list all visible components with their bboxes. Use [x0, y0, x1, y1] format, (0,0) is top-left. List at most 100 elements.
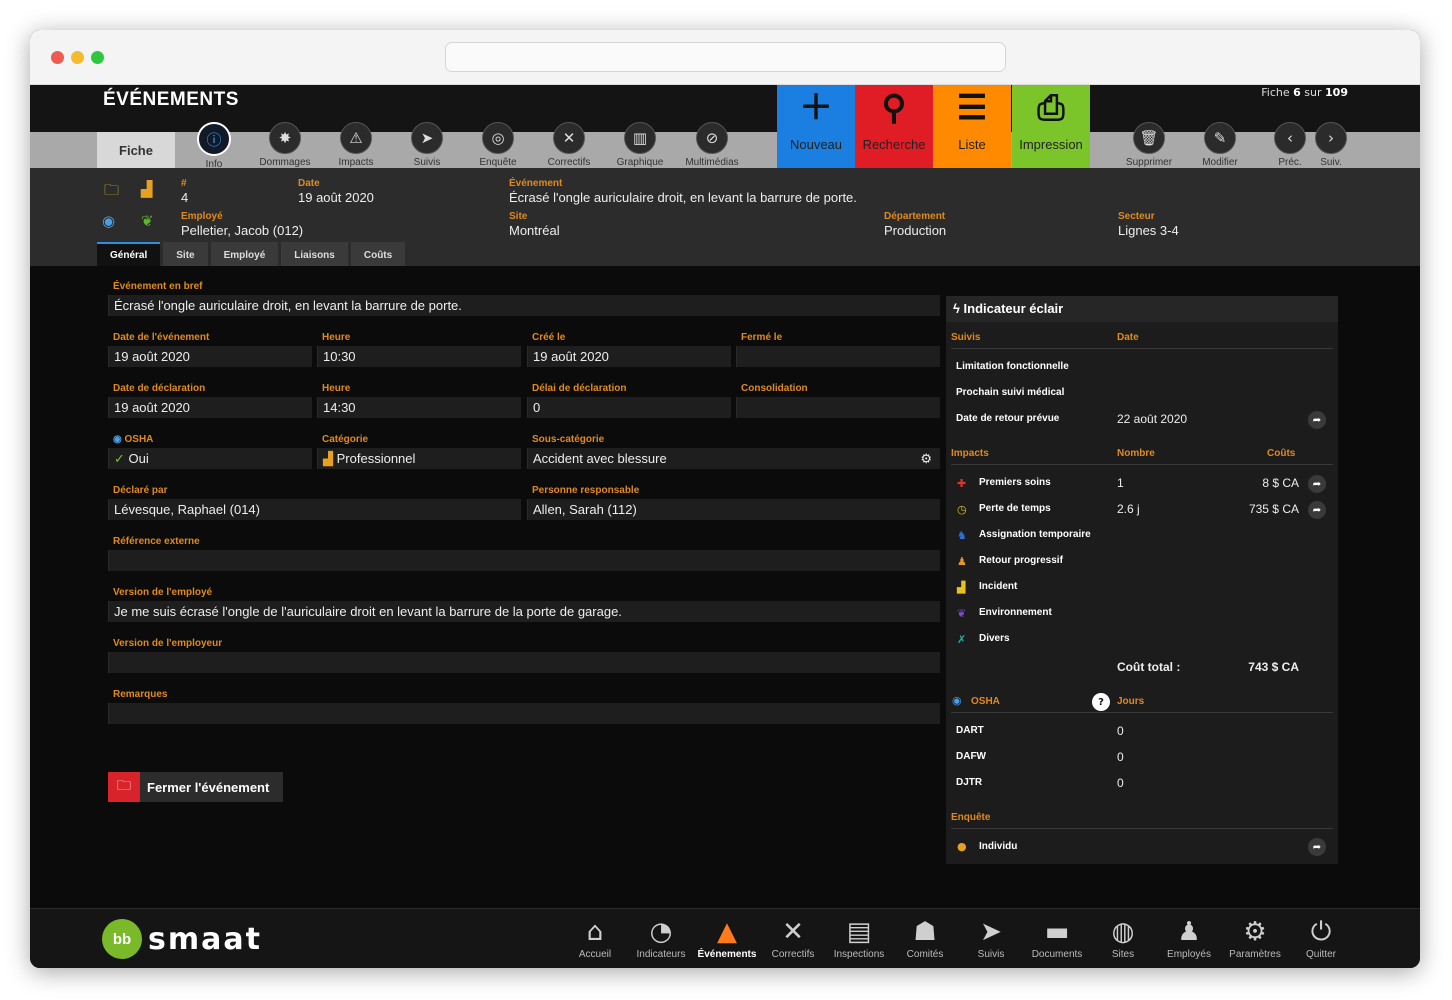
folder-icon[interactable]: 🗀 [104, 180, 119, 205]
address-bar[interactable] [445, 42, 1006, 72]
suivi-row: Date de retour prévue [956, 413, 1060, 424]
close-event-button[interactable]: 🗀 Fermer l'événement [108, 772, 283, 802]
nav-suivis[interactable]: ➤ Suivis [958, 915, 1024, 960]
tool-correctifs[interactable]: ✕ Correctifs [533, 122, 605, 168]
impact-cost: 735 $ CA [1248, 502, 1299, 516]
tool-suivis[interactable]: ➤ Suivis [391, 122, 463, 168]
nav-accueil[interactable]: ⌂ Accueil [562, 915, 628, 960]
osha-row: DJTR [956, 777, 983, 788]
nav-quitter[interactable]: ⏻ Quitter [1288, 915, 1354, 960]
folder-icon: ▬ [1044, 917, 1070, 947]
tool-graphique[interactable]: ▥ Graphique [604, 122, 676, 168]
impression-button[interactable]: ⎙ Impression [1012, 85, 1090, 168]
tab-general[interactable]: Général [97, 242, 161, 266]
impact-row: Premiers soins [979, 477, 1051, 488]
impact-cost: 8 $ CA [1262, 476, 1299, 490]
chevron-right-icon: › [1315, 122, 1347, 154]
declared-by-field[interactable]: Déclaré par Lévesque, Raphael (014) [108, 485, 521, 520]
impacts-header: Impacts [951, 448, 989, 459]
employer-version-field[interactable]: Version de l'employeur [108, 638, 940, 673]
category-field[interactable]: Catégorie ▟ Professionnel [317, 434, 521, 469]
responsible-field[interactable]: Personne responsable Allen, Sarah (112) [527, 485, 940, 520]
remarks-field[interactable]: Remarques [108, 689, 940, 724]
nav-evenements[interactable]: ▲ Événements [694, 915, 760, 960]
tab-site[interactable]: Site [163, 242, 208, 266]
consolidation-field[interactable]: Consolidation [736, 383, 940, 418]
declaration-date-field[interactable]: Date de déclaration 19 août 2020 [108, 383, 312, 418]
detail-tabs: Général Site Employé Liaisons Coûts [97, 242, 406, 266]
page-title: ÉVÉNEMENTS [103, 89, 239, 110]
paper-plane-icon: ➤ [980, 917, 1002, 947]
nav-comites[interactable]: ☗ Comités [892, 915, 958, 960]
osha-icon: ◉ [952, 694, 962, 707]
help-icon[interactable]: ? [1092, 693, 1110, 711]
nav-parametres[interactable]: ⚙ Paramètres [1222, 915, 1288, 960]
group-icon: ☗ [913, 917, 937, 947]
nav-employes[interactable]: ♟ Employés [1156, 915, 1222, 960]
bottom-nav: bb smaat ⌂ Accueil ◔ Indicateurs ▲ Événemen… [30, 908, 1420, 968]
employee-version-field[interactable]: Version de l'employé Je me suis écrasé l… [108, 587, 940, 622]
declaration-delay-field[interactable]: Délai de déclaration 0 [527, 383, 731, 418]
osha-value: 0 [1117, 776, 1124, 790]
created-field[interactable]: Créé le 19 août 2020 [527, 332, 731, 367]
share-arrow-icon[interactable]: ➦ [1308, 838, 1326, 856]
event-date-field[interactable]: Date de l'événement 19 août 2020 [108, 332, 312, 367]
nav-inspections[interactable]: ▤ Inspections [826, 915, 892, 960]
nouveau-button[interactable]: ＋ Nouveau [777, 85, 855, 168]
chart-icon: ▥ [624, 122, 656, 154]
declaration-hour-field[interactable]: Heure 14:30 [317, 383, 521, 418]
clipboard-icon: ▤ [846, 917, 872, 947]
close-window-button[interactable] [51, 51, 64, 64]
nav-sites[interactable]: ◍ Sites [1090, 915, 1156, 960]
maximize-window-button[interactable] [91, 51, 104, 64]
record-counter: Fiche 6 sur 109 [1261, 86, 1348, 99]
tool-enquete[interactable]: ◎ Enquête [462, 122, 534, 168]
tool-multimedias[interactable]: ⊘ Multimédias [676, 122, 748, 168]
nav-correctifs[interactable]: ✕ Correctifs [760, 915, 826, 960]
info-icon: ⓘ [197, 122, 231, 156]
osha-field[interactable]: ◉ OSHA ✓ Oui [108, 434, 312, 469]
osha-header: OSHA [971, 696, 1000, 707]
fiche-tab[interactable]: Fiche [97, 132, 175, 168]
employee-value: Pelletier, Jacob (012) [181, 223, 304, 238]
person-return-icon: ♟ [957, 555, 967, 568]
closed-field[interactable]: Fermé le [736, 332, 940, 367]
nav-documents[interactable]: ▬ Documents [1024, 915, 1090, 960]
supprimer-button[interactable]: 🗑 Supprimer [1113, 122, 1185, 168]
date-value: 19 août 2020 [298, 190, 374, 205]
paperclip-icon: ⊘ [696, 122, 728, 154]
tool-dommages[interactable]: ✸ Dommages [249, 122, 321, 168]
share-arrow-icon[interactable]: ➦ [1308, 475, 1326, 493]
suivi-row: Limitation fonctionnelle [956, 361, 1069, 372]
share-arrow-icon[interactable]: ➦ [1308, 411, 1326, 429]
tab-employe[interactable]: Employé [210, 242, 279, 266]
modifier-button[interactable]: ✎ Modifier [1184, 122, 1256, 168]
liste-button[interactable]: ☰ Liste [933, 85, 1011, 168]
bolt-icon: ϟ [953, 301, 960, 316]
power-icon: ⏻ [1310, 917, 1332, 947]
tab-couts[interactable]: Coûts [350, 242, 406, 266]
suivis-header: Suivis [951, 332, 981, 343]
recherche-button[interactable]: ⚲ Recherche [855, 85, 933, 168]
subcategory-field[interactable]: Sous-catégorie Accident avec blessure ⚙ [527, 434, 940, 469]
external-ref-field[interactable]: Référence externe [108, 536, 940, 571]
share-arrow-icon[interactable]: ➦ [1308, 501, 1326, 519]
event-hour-field[interactable]: Heure 10:30 [317, 332, 521, 367]
tab-liaisons[interactable]: Liaisons [281, 242, 348, 266]
general-form: Événement en bref Écrasé l'ongle auricul… [30, 266, 1420, 908]
investigation-header: Enquête [951, 812, 991, 823]
next-button[interactable]: › Suiv. [1295, 122, 1367, 168]
tool-impacts[interactable]: ⚠ Impacts [320, 122, 392, 168]
factory-icon: ▟ [141, 180, 153, 198]
damage-icon: ✸ [269, 122, 301, 154]
department-label: Département [884, 211, 946, 222]
nav-indicateurs[interactable]: ◔ Indicateurs [628, 915, 694, 960]
cost-header: Coûts [1267, 448, 1296, 459]
smaat-logo: bb smaat [102, 919, 262, 959]
minimize-window-button[interactable] [71, 51, 84, 64]
brief-field[interactable]: Événement en bref Écrasé l'ongle auricul… [108, 281, 940, 316]
event-value: Écrasé l'ongle auriculaire droit, en lev… [509, 190, 857, 205]
tool-info[interactable]: ⓘ Info [178, 122, 250, 170]
gear-icon[interactable]: ⚙ [920, 448, 932, 469]
site-label: Site [509, 211, 528, 222]
